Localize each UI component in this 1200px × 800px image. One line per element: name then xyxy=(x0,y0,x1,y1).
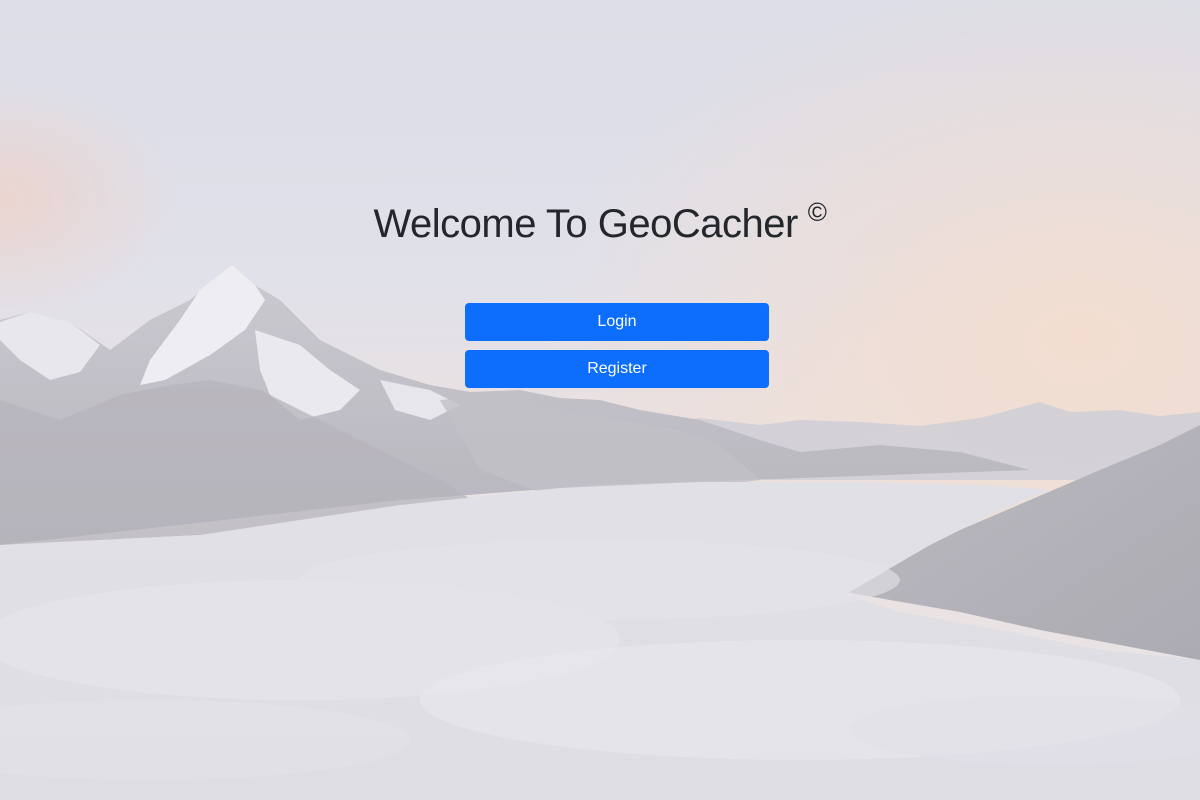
page-title: Welcome To GeoCacher © xyxy=(0,196,1200,256)
login-button[interactable]: Login xyxy=(465,303,769,341)
copyright-symbol: © xyxy=(807,197,827,227)
landing-page: Welcome To GeoCacher © Login Register xyxy=(0,0,1200,800)
page-title-text: Welcome To GeoCacher xyxy=(373,202,799,246)
welcome-panel: Welcome To GeoCacher © Login Register xyxy=(0,0,1200,800)
register-button[interactable]: Register xyxy=(465,350,769,388)
